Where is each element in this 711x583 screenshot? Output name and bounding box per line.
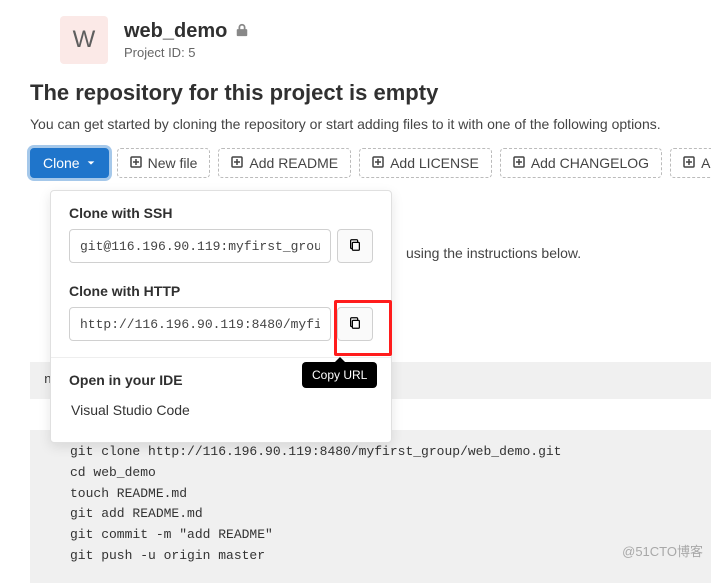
add-readme-label: Add README bbox=[249, 155, 338, 171]
clone-ssh-label: Clone with SSH bbox=[69, 205, 373, 221]
clone-dropdown: Clone with SSH Clone with HTTP Open in y… bbox=[50, 190, 392, 443]
clone-ssh-input[interactable] bbox=[69, 229, 331, 263]
copy-url-tooltip: Copy URL bbox=[302, 362, 377, 388]
plus-icon bbox=[372, 155, 384, 171]
code-snippet-git-clone: git clone http://116.196.90.119:8480/myf… bbox=[30, 430, 711, 583]
plus-icon bbox=[231, 155, 243, 171]
clipboard-icon bbox=[348, 238, 362, 255]
empty-repo-title: The repository for this project is empty bbox=[30, 80, 681, 106]
clipboard-icon bbox=[348, 316, 362, 333]
chevron-down-icon bbox=[86, 155, 96, 171]
plus-icon bbox=[513, 155, 525, 171]
add-license-button[interactable]: Add LICENSE bbox=[359, 148, 492, 178]
copy-ssh-button[interactable] bbox=[337, 229, 373, 263]
clone-http-label: Clone with HTTP bbox=[69, 283, 373, 299]
lock-icon bbox=[235, 20, 249, 43]
instructions-text-fragment: using the instructions below. bbox=[406, 245, 581, 261]
add-changelog-button[interactable]: Add CHANGELOG bbox=[500, 148, 662, 178]
new-file-button[interactable]: New file bbox=[117, 148, 211, 178]
plus-icon bbox=[683, 155, 695, 171]
add-license-label: Add LICENSE bbox=[390, 155, 479, 171]
ide-vscode-item[interactable]: Visual Studio Code bbox=[69, 396, 373, 424]
project-id: Project ID: 5 bbox=[124, 45, 249, 60]
add-readme-button[interactable]: Add README bbox=[218, 148, 351, 178]
project-title: web_demo bbox=[124, 20, 249, 43]
project-name: web_demo bbox=[124, 20, 227, 43]
clone-label: Clone bbox=[43, 155, 80, 171]
new-file-label: New file bbox=[148, 155, 198, 171]
clone-button[interactable]: Clone bbox=[30, 148, 109, 178]
copy-http-button[interactable] bbox=[337, 307, 373, 341]
action-row: Clone New file Add README Add LICENSE Ad… bbox=[30, 148, 681, 178]
add-more-button[interactable]: Ad bbox=[670, 148, 711, 178]
project-avatar: W bbox=[60, 16, 108, 64]
plus-icon bbox=[130, 155, 142, 171]
watermark: @51CTO博客 bbox=[622, 541, 703, 560]
clone-http-input[interactable] bbox=[69, 307, 331, 341]
add-more-label: Ad bbox=[701, 155, 711, 171]
add-changelog-label: Add CHANGELOG bbox=[531, 155, 649, 171]
empty-repo-subtitle: You can get started by cloning the repos… bbox=[30, 116, 681, 132]
